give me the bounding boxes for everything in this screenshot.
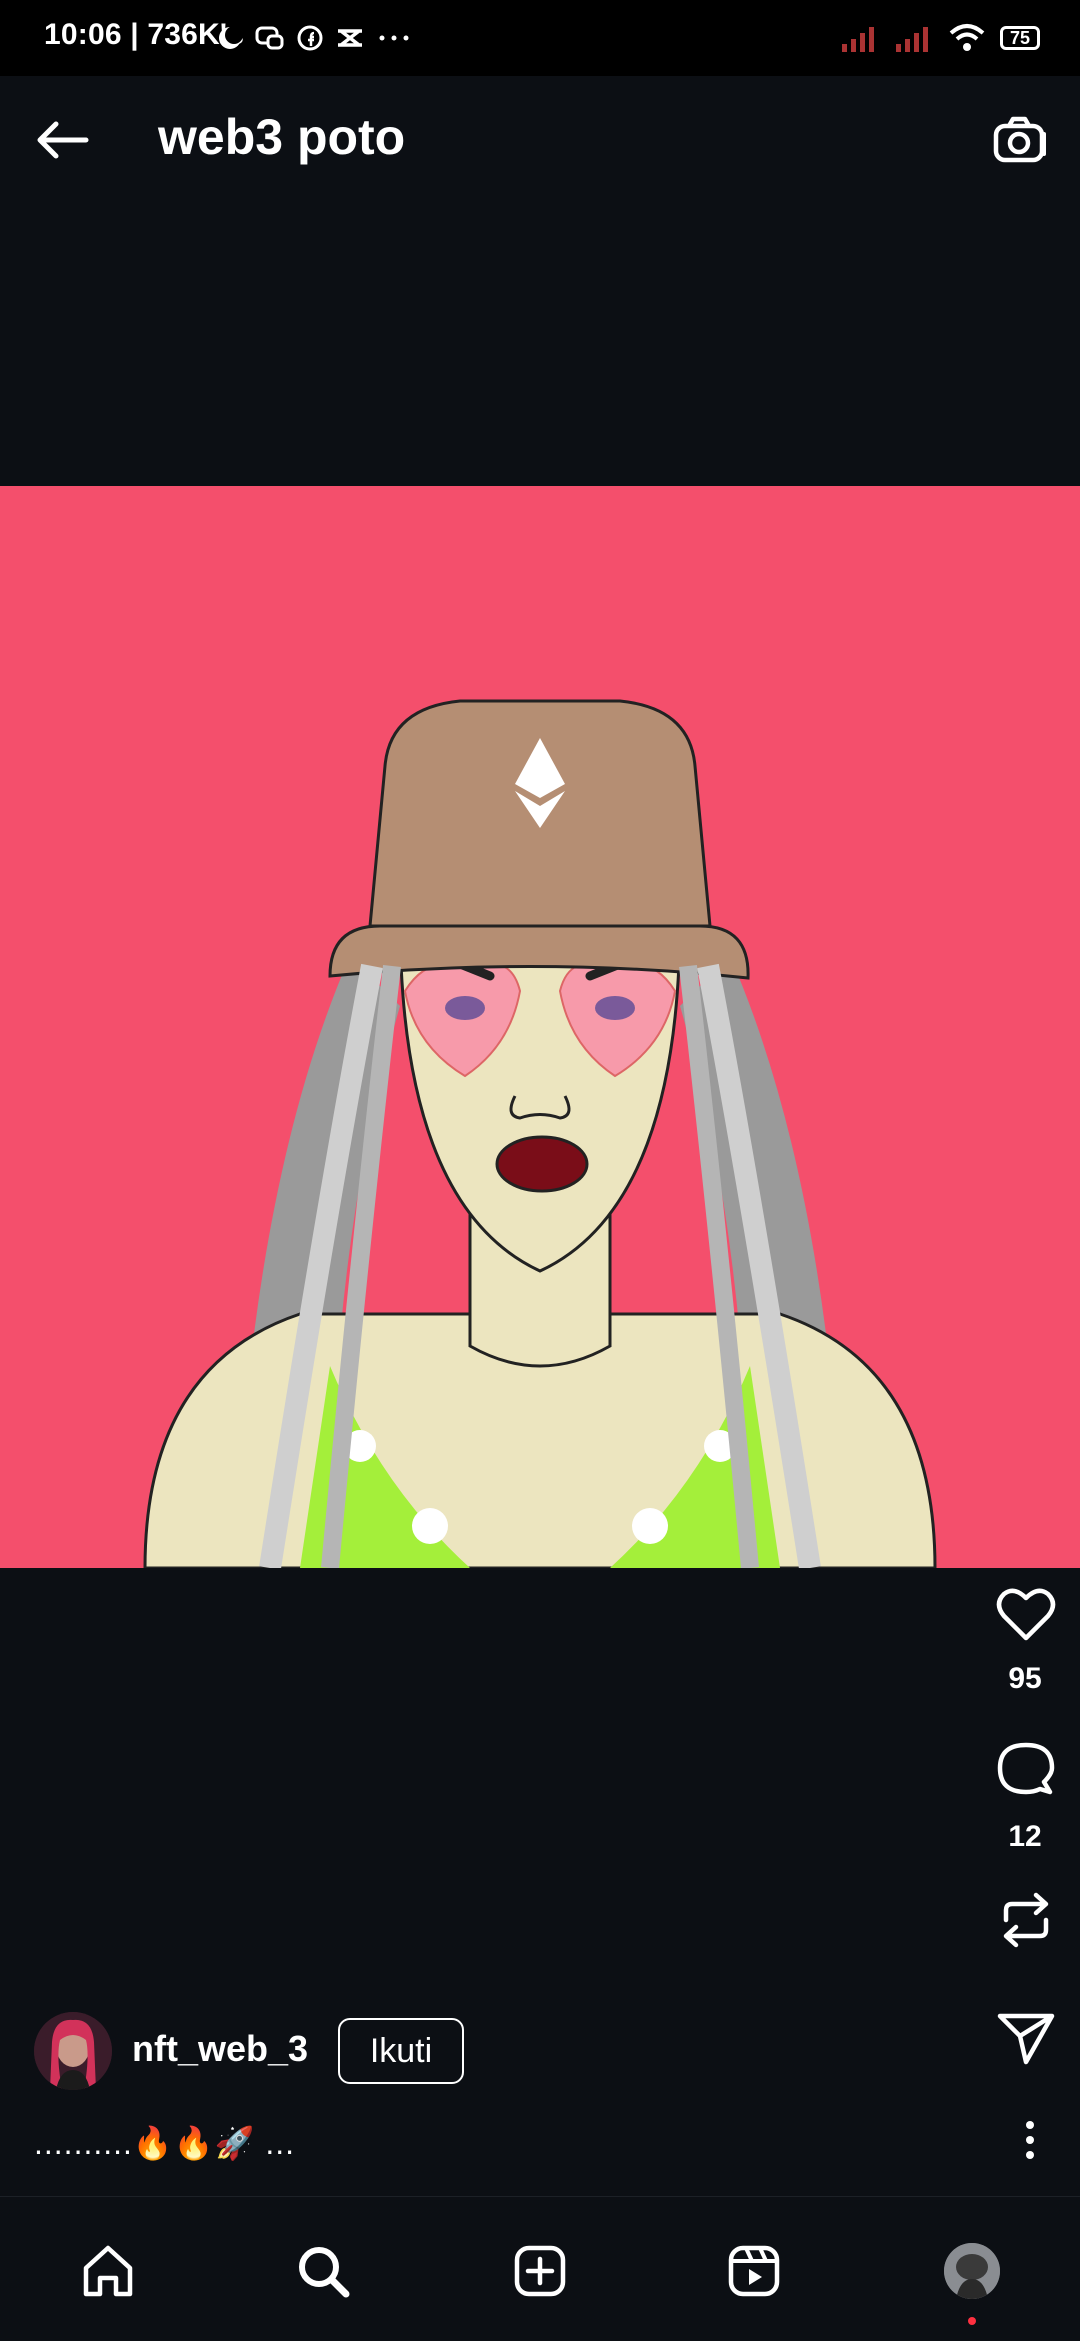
comment-button[interactable] [992,1736,1060,1804]
author-username[interactable]: nft_web_3 [132,2028,308,2070]
signal-icon [896,27,928,52]
wifi-icon [949,24,985,51]
repost-icon [1003,1892,1049,1948]
moon-icon [219,26,243,49]
profile-avatar [944,2243,1000,2299]
author-avatar[interactable] [34,2012,112,2090]
facebook-icon [297,25,323,51]
like-count: 95 [1008,1662,1042,1695]
signal-icon [842,27,874,52]
nav-reels[interactable] [714,2231,794,2311]
camera-button[interactable] [984,104,1056,176]
send-icon [997,2013,1055,2065]
more-vertical-icon [1026,2121,1034,2159]
nav-create[interactable] [500,2231,580,2311]
like-button[interactable] [992,1580,1060,1648]
nft-character-illustration [0,486,1080,1568]
repost-button[interactable] [992,1886,1060,1954]
comment-count: 12 [1008,1820,1042,1853]
page-title: web3 poto [158,109,406,165]
camera-icon [993,116,1046,163]
reels-icon [728,2245,780,2297]
more-options-button[interactable] [1000,2110,1060,2170]
nav-search[interactable] [283,2231,363,2311]
capcut-icon [338,29,362,47]
nav-profile[interactable] [932,2231,1012,2325]
status-notification-icons [217,20,411,56]
back-button[interactable] [26,104,98,176]
plus-square-icon [514,2245,566,2297]
heart-icon [996,1588,1056,1641]
search-icon [299,2247,350,2298]
arrow-left-icon [37,121,89,159]
profile-avatar-image [944,2243,1000,2299]
follow-button[interactable]: Ikuti [338,2018,464,2084]
status-time: 10:06 | 736K's [44,18,245,51]
post-caption[interactable]: ..........🔥🔥🚀 ... [34,2124,295,2162]
nav-home[interactable] [68,2231,148,2311]
chat-icon [255,26,284,50]
comment-icon [997,1742,1055,1795]
notification-dot [968,2317,976,2325]
home-icon [83,2245,133,2297]
post-image[interactable] [0,486,1080,1568]
overflow-dots-icon [379,35,409,41]
share-button[interactable] [992,2004,1060,2072]
bottom-navigation [0,2196,1080,2341]
status-system-icons: 75 [840,18,1040,58]
battery-indicator: 75 [1000,26,1040,50]
avatar-image [34,2012,112,2090]
